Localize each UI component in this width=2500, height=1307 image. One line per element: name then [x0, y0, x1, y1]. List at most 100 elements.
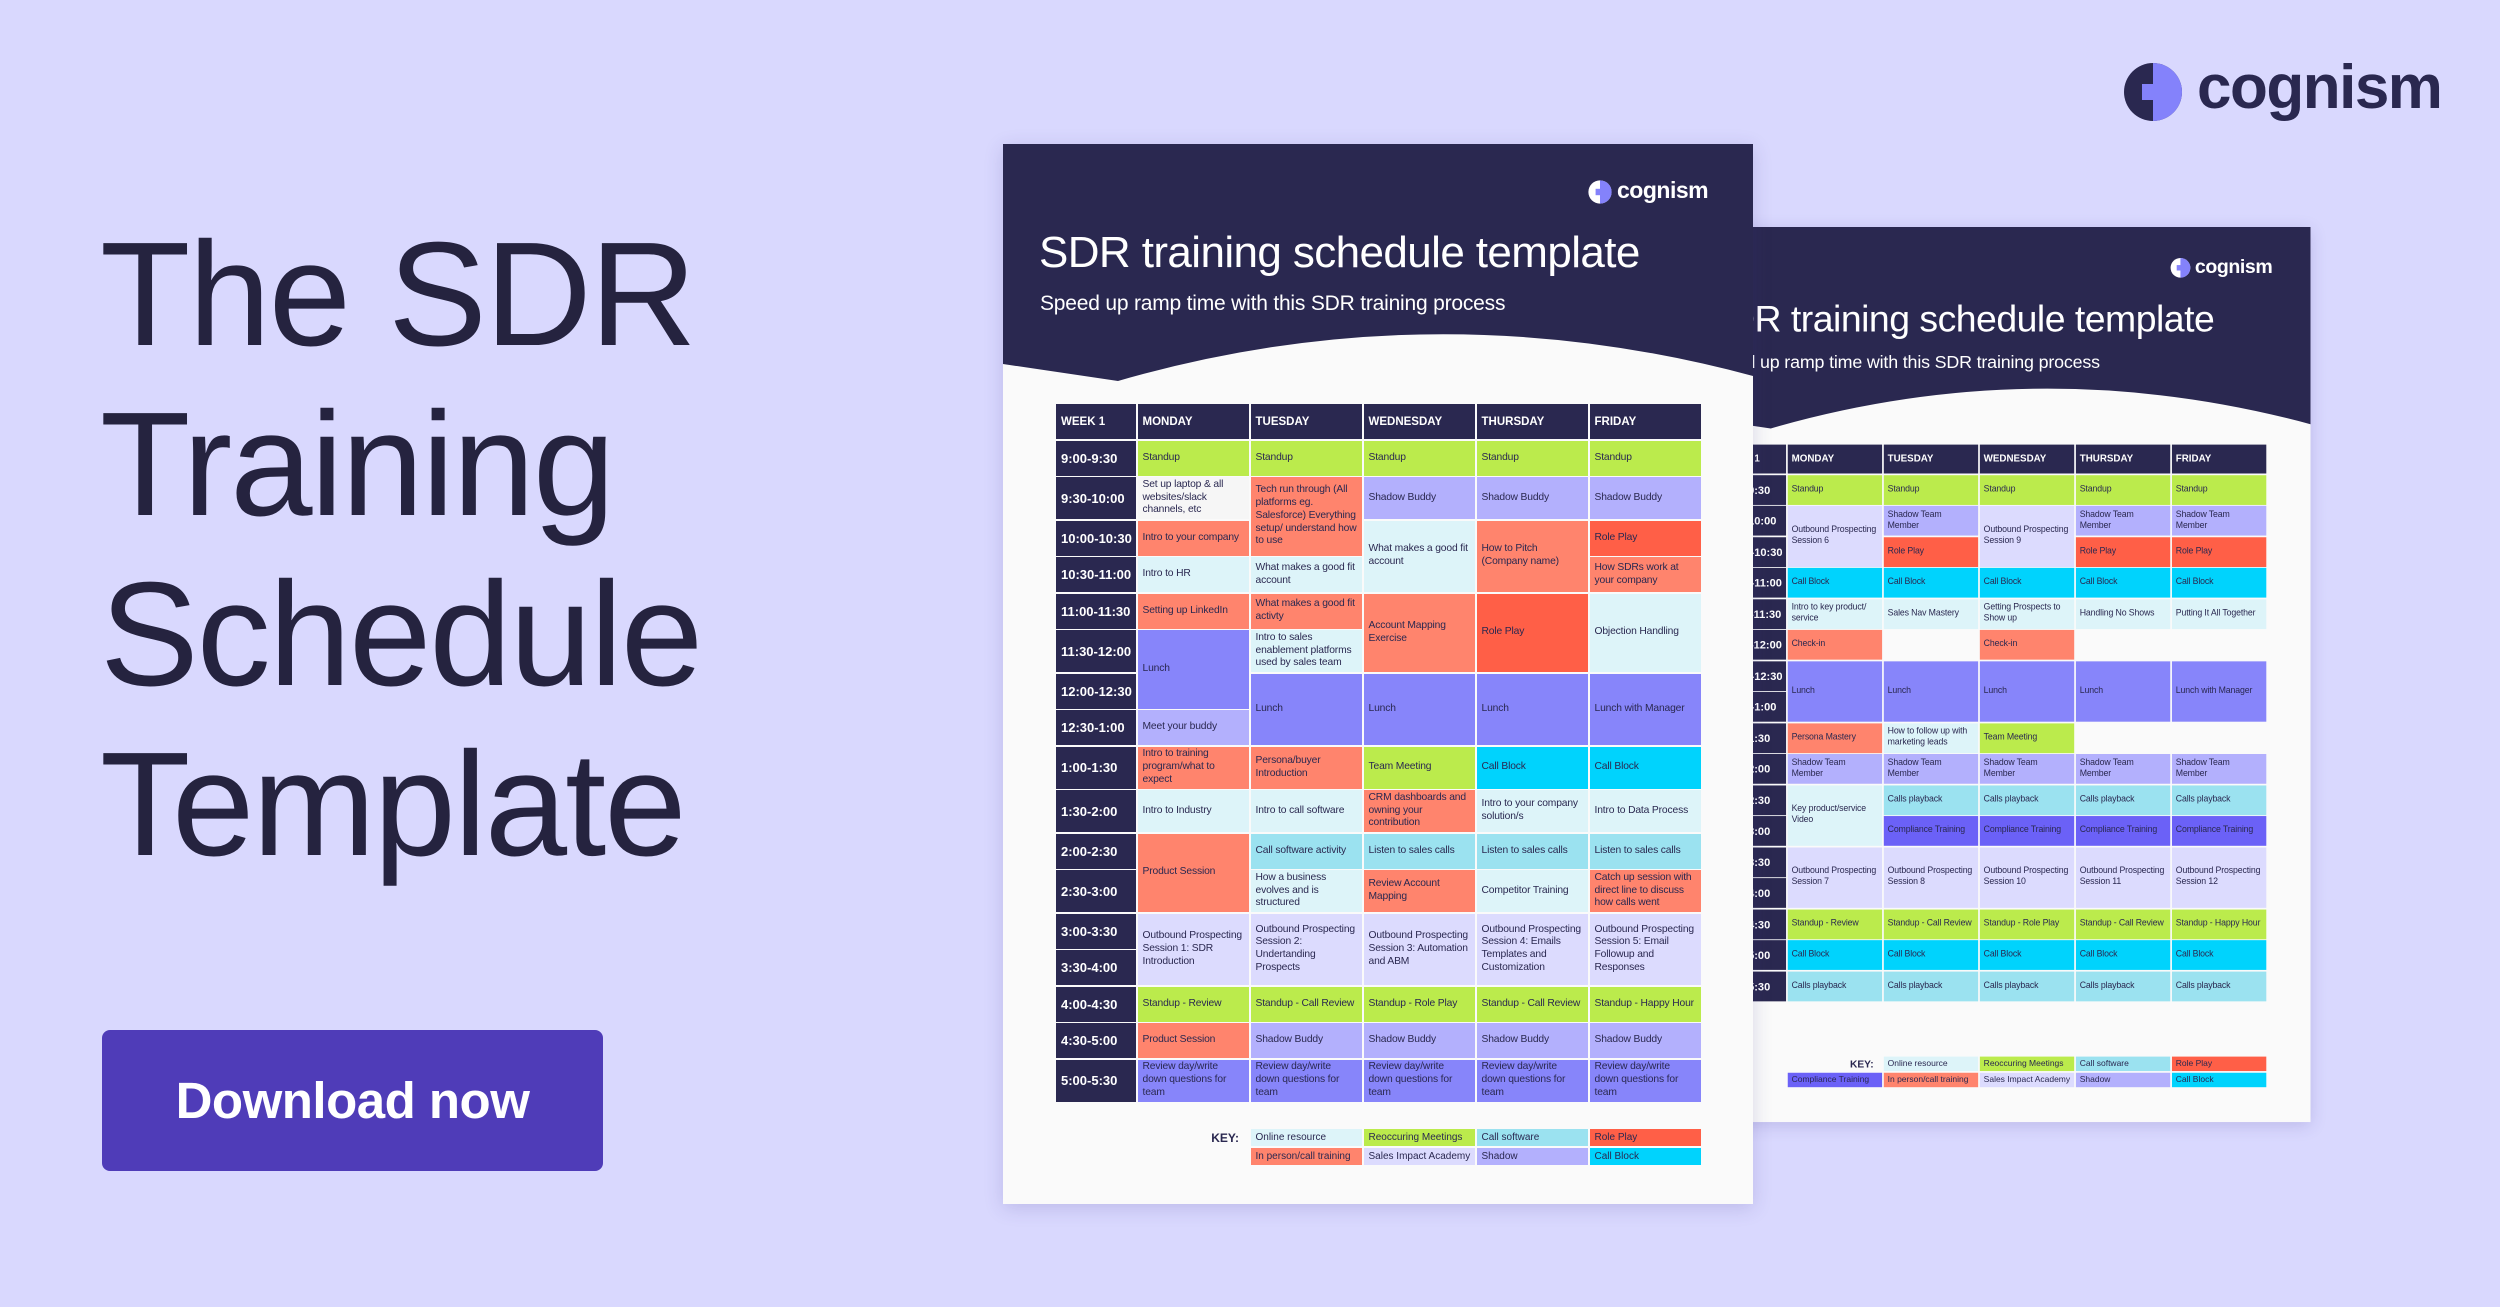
day-header: MONDAY	[1137, 404, 1249, 439]
schedule-cell: Calls playback	[2171, 971, 2267, 1001]
schedule-cell: Standup - Call Review	[1476, 986, 1588, 1022]
day-header: WEDNESDAY	[1363, 404, 1475, 439]
schedule-cell: Lunch	[1979, 660, 2075, 722]
time-slot: 3:00-3:30	[1056, 913, 1136, 949]
hero-line: Template	[100, 722, 687, 887]
schedule-cell: Account Mapping Exercise	[1363, 593, 1475, 672]
schedule-cell: Compliance Training	[1979, 816, 2075, 846]
schedule-cell: Lunch	[1250, 673, 1362, 745]
schedule-cell: Outbound Prospecting Session 10	[1979, 847, 2075, 908]
schedule-cell: Intro to training program/what to expect	[1137, 746, 1249, 789]
schedule-cell: Shadow Buddy	[1363, 477, 1475, 519]
schedule-cell: Intro to your company	[1137, 520, 1249, 556]
schedule-cell: Standup - Call Review	[1883, 909, 1979, 939]
schedule-cell	[2172, 630, 2267, 660]
schedule-cell	[2172, 723, 2267, 753]
time-slot: 1:00-1:30	[1056, 746, 1136, 789]
schedule-cell: Standup - Role Play	[1979, 909, 2075, 939]
schedule-cell: Persona Mastery	[1787, 722, 1883, 753]
schedule-cell: Listen to sales calls	[1476, 833, 1588, 869]
schedule-cell: Call Block	[1787, 567, 1883, 598]
schedule-cell: Call Block	[2171, 940, 2267, 970]
schedule-preview-front: cognism SDR training schedule template Spe…	[1003, 144, 1753, 1204]
cognism-logo-icon	[1588, 180, 1612, 204]
schedule-cell: Call Block	[1979, 567, 2075, 598]
time-slot: 4:30-5:00	[1056, 1023, 1136, 1058]
schedule-cell: Standup	[2171, 474, 2267, 505]
schedule-cell: Check-in	[1787, 629, 1883, 660]
schedule-cell: Call Block	[1979, 940, 2075, 970]
schedule-cell: Standup	[2075, 474, 2171, 505]
schedule-cell: Outbound Prospecting Session 11	[2075, 847, 2171, 908]
schedule-cell: Lunch	[2075, 660, 2171, 722]
time-slot: 10:00-10:30	[1056, 520, 1136, 556]
schedule-cell: How to Pitch (Company name)	[1476, 520, 1588, 592]
schedule-cell: Outbound Prospecting Session 4: Emails T…	[1476, 913, 1588, 985]
key-item: Role Play	[2171, 1056, 2267, 1072]
schedule-cell: Calls playback	[1883, 785, 1979, 815]
schedule-cell: Compliance Training	[2075, 816, 2171, 846]
schedule-cell: Standup	[1589, 440, 1701, 476]
schedule-cell: Standup - Role Play	[1363, 986, 1475, 1022]
key-item: Sales Impact Academy	[1363, 1147, 1475, 1165]
schedule-cell: Outbound Prospecting Session 6	[1787, 505, 1883, 567]
schedule-cell: Shadow Buddy	[1589, 1023, 1701, 1058]
schedule-cell: Role Play	[1476, 593, 1588, 672]
key-item: Compliance Training	[1787, 1072, 1883, 1087]
schedule-cell: Outbound Prospecting Session 9	[1979, 505, 2075, 567]
schedule-table: WEEK 1MONDAYTUESDAYWEDNESDAYTHURSDAYFRID…	[1718, 444, 2267, 1001]
schedule-cell: Lunch	[1883, 660, 1979, 722]
schedule-cell: Listen to sales calls	[1363, 833, 1475, 869]
schedule-cell: Shadow Team Member	[2075, 754, 2171, 784]
schedule-cell: Role Play	[1589, 520, 1701, 556]
schedule-cell: Standup	[1883, 474, 1979, 505]
schedule-cell: Intro to key product/ service	[1787, 598, 1883, 629]
cognism-logo-icon	[2170, 257, 2191, 278]
schedule-cell: Standup	[1787, 474, 1883, 505]
schedule-cell: Intro to HR	[1137, 557, 1249, 592]
schedule-cell: Compliance Training	[1883, 816, 1979, 846]
schedule-cell: Lunch with Manager	[2171, 660, 2267, 722]
schedule-cell: Intro to Industry	[1137, 790, 1249, 832]
schedule-cell: Calls playback	[2075, 971, 2171, 1001]
schedule-cell: Standup - Call Review	[1250, 986, 1362, 1022]
schedule-cell: Review day/write down questions for team	[1250, 1059, 1362, 1102]
schedule-cell: Standup	[1476, 440, 1588, 476]
key-item: Call Block	[2171, 1072, 2267, 1087]
schedule-cell: Outbound Prospecting Session 1: SDR Intr…	[1137, 913, 1249, 985]
schedule-cell: Calls playback	[1883, 971, 1979, 1001]
schedule-cell: Outbound Prospecting Session 7	[1787, 847, 1883, 908]
day-header: MONDAY	[1787, 444, 1883, 474]
day-header: THURSDAY	[2075, 444, 2171, 474]
schedule-cell: Standup	[1137, 440, 1249, 476]
brand-logo: cognism	[2123, 57, 2443, 122]
schedule-cell: Standup - Call Review	[2075, 909, 2171, 939]
schedule-cell: Calls playback	[1979, 785, 2075, 815]
key-item: In person/call training	[1883, 1072, 1979, 1087]
schedule-cell: Listen to sales calls	[1589, 833, 1701, 869]
hero-line: Training	[100, 382, 615, 547]
cognism-logo-icon	[2124, 63, 2182, 121]
schedule-cell: Review day/write down questions for team	[1476, 1059, 1588, 1102]
schedule-cell: Call Block	[1883, 940, 1979, 970]
doc-title: SDR training schedule template	[1703, 298, 2215, 341]
schedule-cell: Product Session	[1137, 833, 1249, 912]
schedule-cell: Check-in	[1979, 629, 2075, 660]
schedule-cell: Outbound Prospecting Session 8	[1883, 847, 1979, 908]
schedule-cell: Standup	[1363, 440, 1475, 476]
time-slot: 3:30-4:00	[1056, 950, 1136, 985]
schedule-cell: Standup - Happy Hour	[1589, 986, 1701, 1022]
day-header: TUESDAY	[1250, 404, 1362, 439]
schedule-cell: How SDRs work at your company	[1589, 557, 1701, 592]
schedule-cell: Compliance Training	[2171, 816, 2267, 846]
schedule-cell: Call software activity	[1250, 833, 1362, 869]
schedule-cell: Review day/write down questions for team	[1589, 1059, 1701, 1102]
key-item: Call software	[2075, 1056, 2171, 1072]
schedule-cell: Review day/write down questions for team	[1137, 1059, 1249, 1102]
schedule-cell: Review day/write down questions for team	[1363, 1059, 1475, 1102]
key-item: Sales Impact Academy	[1979, 1072, 2075, 1087]
time-slot: 10:30-11:00	[1056, 557, 1136, 592]
schedule-cell: Intro to call software	[1250, 790, 1362, 832]
download-now-button[interactable]: Download now	[102, 1030, 603, 1171]
schedule-cell: Call Block	[1589, 746, 1701, 789]
